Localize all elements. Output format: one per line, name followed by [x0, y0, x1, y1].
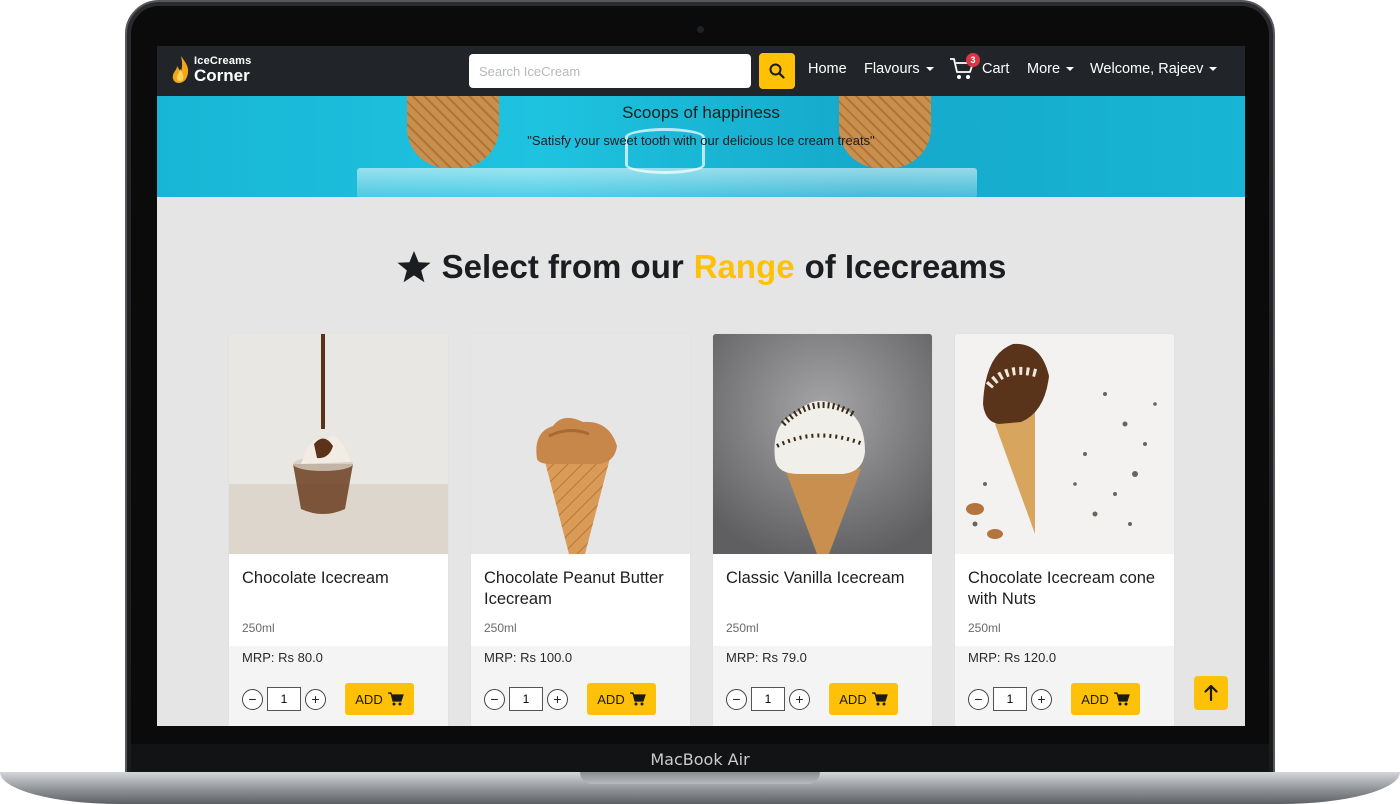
- caret-down-icon: [1209, 67, 1218, 71]
- cart-icon: [387, 692, 404, 706]
- increment-button[interactable]: +: [547, 688, 568, 710]
- hero-carousel: Scoops of happiness "Satisfy your sweet …: [157, 96, 1245, 197]
- quantity-input[interactable]: [267, 687, 301, 711]
- product-volume: 250ml: [242, 621, 275, 635]
- quantity-stepper: − + ADD: [726, 683, 898, 715]
- quantity-input[interactable]: [993, 687, 1027, 711]
- section-title-start: Select from our: [441, 248, 684, 285]
- search-button[interactable]: [759, 53, 795, 89]
- decrement-button[interactable]: −: [242, 688, 263, 710]
- add-to-cart-button[interactable]: ADD: [1071, 683, 1140, 715]
- arrow-up-icon: [1204, 685, 1218, 701]
- product-name[interactable]: Classic Vanilla Icecream: [726, 568, 926, 589]
- decrement-button[interactable]: −: [484, 688, 505, 710]
- quantity-stepper: − + ADD: [484, 683, 656, 715]
- caret-down-icon: [925, 67, 934, 71]
- product-card: Chocolate Icecream 250ml MRP: Rs 80.0 − …: [228, 333, 449, 726]
- product-price: MRP: Rs 79.0: [726, 650, 807, 665]
- product-volume: 250ml: [726, 621, 759, 635]
- product-volume: 250ml: [968, 621, 1001, 635]
- decrement-button[interactable]: −: [968, 688, 989, 710]
- nav-more-label: More: [1027, 61, 1061, 77]
- product-image[interactable]: [955, 334, 1174, 554]
- cart-icon: [871, 692, 888, 706]
- caret-down-icon: [1066, 67, 1075, 71]
- brand-logo[interactable]: IceCreams Corner: [171, 55, 251, 85]
- nav-flavours-label: Flavours: [864, 61, 920, 77]
- product-name[interactable]: Chocolate Icecream: [242, 568, 442, 589]
- increment-button[interactable]: +: [305, 688, 326, 710]
- nav-home[interactable]: Home: [808, 61, 847, 77]
- nav-flavours-dropdown[interactable]: Flavours: [864, 61, 934, 77]
- add-button-label: ADD: [1081, 691, 1109, 707]
- add-button-label: ADD: [597, 691, 625, 707]
- camera-icon: [697, 26, 704, 33]
- product-name[interactable]: Chocolate Icecream cone with Nuts: [968, 568, 1168, 609]
- laptop-notch: [580, 772, 820, 784]
- hero-title: Scoops of happiness: [622, 103, 780, 122]
- product-image[interactable]: [713, 334, 932, 554]
- product-image[interactable]: [229, 334, 448, 554]
- add-to-cart-button[interactable]: ADD: [345, 683, 414, 715]
- nav-more-dropdown[interactable]: More: [1027, 61, 1075, 77]
- cart-icon: [1113, 692, 1130, 706]
- increment-button[interactable]: +: [789, 688, 810, 710]
- user-menu-dropdown[interactable]: Welcome, Rajeev: [1090, 61, 1218, 77]
- add-to-cart-button[interactable]: ADD: [829, 683, 898, 715]
- browser-viewport: IceCreams Corner Home Flavours 3 Cart Mo…: [157, 46, 1245, 726]
- add-button-label: ADD: [355, 691, 383, 707]
- quantity-stepper: − + ADD: [968, 683, 1140, 715]
- section-title: Select from our Range of Icecreams: [157, 248, 1245, 286]
- section-title-accent: Range: [693, 248, 795, 285]
- product-volume: 250ml: [484, 621, 517, 635]
- increment-button[interactable]: +: [1031, 688, 1052, 710]
- product-price: MRP: Rs 100.0: [484, 650, 573, 665]
- quantity-stepper: − + ADD: [242, 683, 414, 715]
- star-icon: [397, 251, 431, 283]
- navbar: IceCreams Corner Home Flavours 3 Cart Mo…: [157, 46, 1245, 96]
- product-card: Classic Vanilla Icecream 250ml MRP: Rs 7…: [712, 333, 933, 726]
- quantity-input[interactable]: [509, 687, 543, 711]
- product-image[interactable]: [471, 334, 690, 554]
- decrement-button[interactable]: −: [726, 688, 747, 710]
- add-button-label: ADD: [839, 691, 867, 707]
- flame-icon: [172, 56, 189, 83]
- product-card: Chocolate Icecream cone with Nuts 250ml …: [954, 333, 1175, 726]
- product-name[interactable]: Chocolate Peanut Butter Icecream: [484, 568, 684, 609]
- product-price: MRP: Rs 80.0: [242, 650, 323, 665]
- cart-count-badge: 3: [966, 53, 980, 67]
- add-to-cart-button[interactable]: ADD: [587, 683, 656, 715]
- search-icon: [769, 63, 785, 79]
- hero-stand: [357, 168, 977, 197]
- nav-cart[interactable]: Cart: [982, 61, 1009, 77]
- quantity-input[interactable]: [751, 687, 785, 711]
- product-price: MRP: Rs 120.0: [968, 650, 1057, 665]
- search-input[interactable]: [469, 54, 751, 88]
- scroll-to-top-button[interactable]: [1194, 676, 1228, 710]
- user-welcome-label: Welcome, Rajeev: [1090, 61, 1204, 77]
- product-card: Chocolate Peanut Butter Icecream 250ml M…: [470, 333, 691, 726]
- device-label: MacBook Air: [650, 750, 750, 769]
- section-title-end: of Icecreams: [804, 248, 1007, 285]
- hero-caption: "Satisfy your sweet tooth with our delic…: [527, 133, 875, 148]
- cart-icon: [629, 692, 646, 706]
- brand-name-bottom: Corner: [194, 66, 250, 85]
